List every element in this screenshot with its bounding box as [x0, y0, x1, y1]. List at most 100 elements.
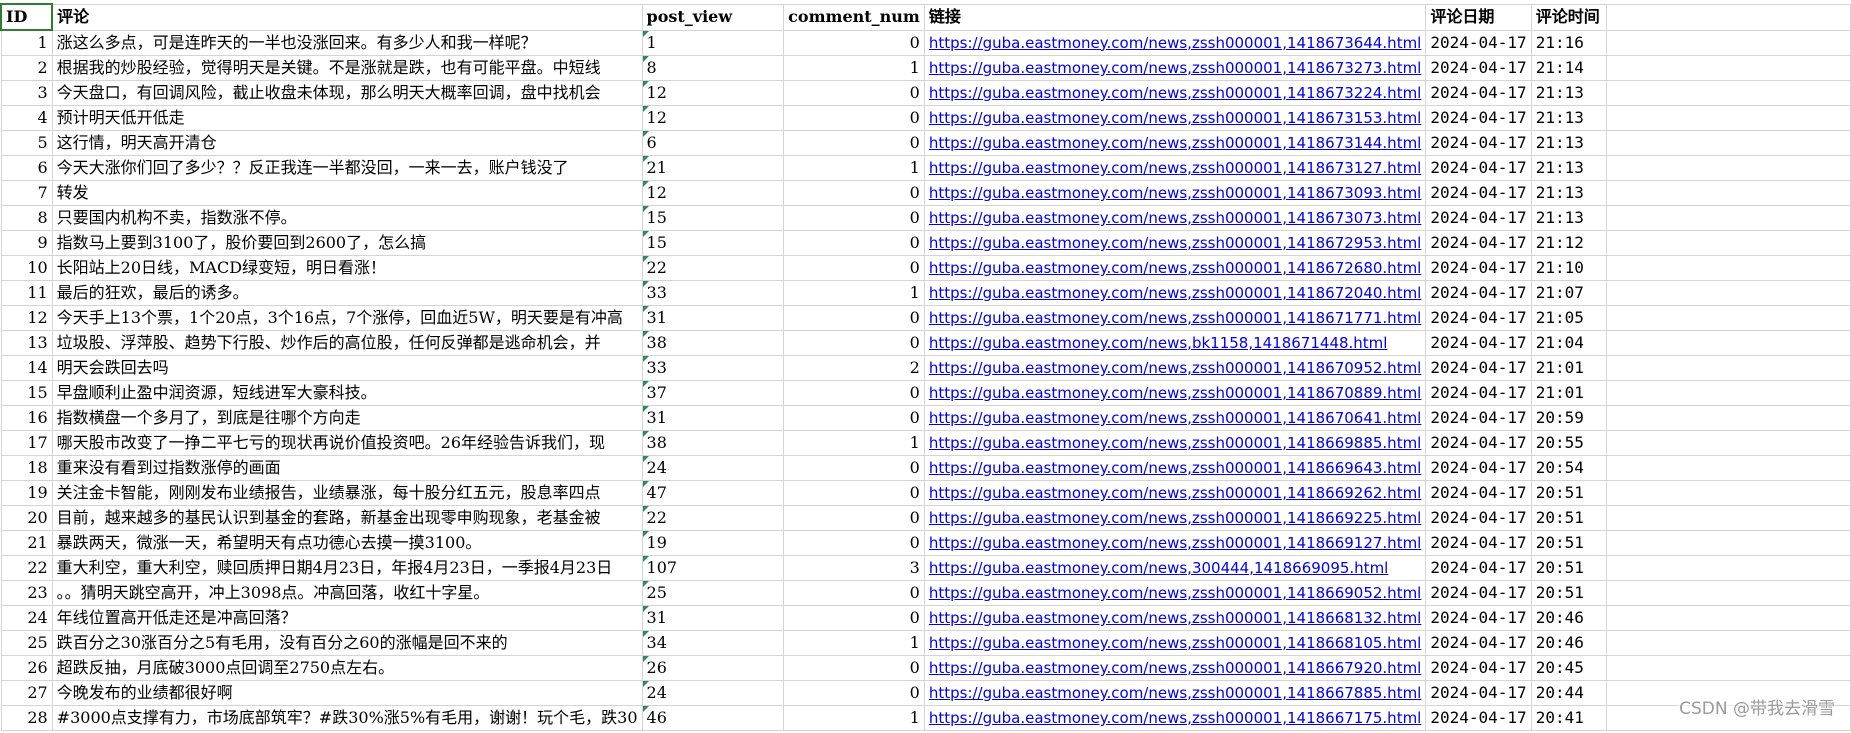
cell-time[interactable]: 21:12 [1530, 230, 1608, 256]
cell-comment[interactable]: 今晚发布的业绩都很好啊 [51, 680, 643, 706]
cell-date[interactable]: 2024-04-17 [1425, 330, 1532, 356]
cell-comment-num[interactable]: 0 [783, 605, 925, 631]
cell-comment[interactable]: 跌百分之30涨百分之5有毛用，没有百分之60的涨幅是回不来的 [51, 630, 643, 656]
cell-post-view[interactable]: 1 [641, 29, 785, 56]
cell-id[interactable]: 9 [0, 230, 53, 256]
cell-comment-num[interactable]: 0 [783, 105, 925, 131]
cell-date[interactable]: 2024-04-17 [1425, 555, 1532, 581]
cell-link[interactable]: https://guba.eastmoney.com/news,zssh0000… [923, 380, 1427, 406]
cell-comment-num[interactable]: 3 [783, 555, 925, 581]
cell-link[interactable]: https://guba.eastmoney.com/news,zssh0000… [923, 430, 1427, 456]
empty-cell[interactable] [1606, 530, 1851, 556]
cell-post-view[interactable]: 38 [641, 330, 785, 356]
link-text[interactable]: https://guba.eastmoney.com/news,zssh0000… [929, 684, 1422, 702]
cell-date[interactable]: 2024-04-17 [1425, 255, 1532, 281]
cell-id[interactable]: 28 [0, 705, 53, 731]
link-text[interactable]: https://guba.eastmoney.com/news,zssh0000… [929, 84, 1422, 102]
cell-date[interactable]: 2024-04-17 [1425, 505, 1532, 531]
cell-date[interactable]: 2024-04-17 [1425, 580, 1532, 606]
empty-cell[interactable] [1606, 80, 1851, 106]
cell-comment[interactable]: 重来没有看到过指数涨停的画面 [51, 455, 643, 481]
cell-post-view[interactable]: 12 [641, 105, 785, 131]
header-comment[interactable]: 评论 [51, 3, 643, 31]
cell-time[interactable]: 20:46 [1530, 630, 1608, 656]
cell-date[interactable]: 2024-04-17 [1425, 355, 1532, 381]
cell-comment[interactable]: 年线位置高开低走还是冲高回落？ [51, 605, 643, 631]
cell-date[interactable]: 2024-04-17 [1425, 80, 1532, 106]
cell-id[interactable]: 18 [0, 455, 53, 481]
cell-date[interactable]: 2024-04-17 [1425, 530, 1532, 556]
cell-time[interactable]: 20:51 [1530, 505, 1608, 531]
cell-id[interactable]: 17 [0, 430, 53, 456]
cell-time[interactable]: 21:13 [1530, 205, 1608, 231]
link-text[interactable]: https://guba.eastmoney.com/news,bk1158,1… [929, 334, 1388, 352]
cell-id[interactable]: 21 [0, 530, 53, 556]
cell-post-view[interactable]: 22 [641, 255, 785, 281]
empty-cell[interactable] [1606, 430, 1851, 456]
cell-post-view[interactable]: 15 [641, 205, 785, 231]
cell-time[interactable]: 21:16 [1530, 29, 1608, 56]
cell-time[interactable]: 21:04 [1530, 330, 1608, 356]
cell-comment-num[interactable]: 0 [783, 29, 925, 56]
cell-id[interactable]: 7 [0, 180, 53, 206]
cell-comment-num[interactable]: 0 [783, 480, 925, 506]
cell-post-view[interactable]: 31 [641, 405, 785, 431]
empty-cell[interactable] [1606, 29, 1851, 56]
cell-id[interactable]: 10 [0, 255, 53, 281]
cell-comment-num[interactable]: 1 [783, 155, 925, 181]
link-text[interactable]: https://guba.eastmoney.com/news,zssh0000… [929, 484, 1422, 502]
link-text[interactable]: https://guba.eastmoney.com/news,zssh0000… [929, 234, 1422, 252]
cell-time[interactable]: 21:05 [1530, 305, 1608, 331]
cell-link[interactable]: https://guba.eastmoney.com/news,zssh0000… [923, 255, 1427, 281]
cell-id[interactable]: 23 [0, 580, 53, 606]
cell-id[interactable]: 2 [0, 55, 53, 81]
cell-comment[interactable]: 超跌反抽，月底破3000点回调至2750点左右。 [51, 655, 643, 681]
cell-post-view[interactable]: 24 [641, 680, 785, 706]
cell-comment[interactable]: 最后的狂欢，最后的诱多。 [51, 280, 643, 306]
cell-comment[interactable]: 长阳站上20日线，MACD绿变短，明日看涨！ [51, 255, 643, 281]
cell-date[interactable]: 2024-04-17 [1425, 29, 1532, 56]
cell-link[interactable]: https://guba.eastmoney.com/news,zssh0000… [923, 530, 1427, 556]
cell-comment[interactable]: 明天会跌回去吗 [51, 355, 643, 381]
cell-post-view[interactable]: 21 [641, 155, 785, 181]
cell-time[interactable]: 21:01 [1530, 380, 1608, 406]
empty-cell[interactable] [1606, 105, 1851, 131]
link-text[interactable]: https://guba.eastmoney.com/news,zssh0000… [929, 209, 1422, 227]
cell-time[interactable]: 21:14 [1530, 55, 1608, 81]
link-text[interactable]: https://guba.eastmoney.com/news,zssh0000… [929, 534, 1422, 552]
cell-id[interactable]: 22 [0, 555, 53, 581]
cell-comment[interactable]: 关注金卡智能，刚刚发布业绩报告，业绩暴涨，每十股分红五元，股息率四点 [51, 480, 643, 506]
cell-date[interactable]: 2024-04-17 [1425, 455, 1532, 481]
cell-post-view[interactable]: 31 [641, 305, 785, 331]
cell-post-view[interactable]: 6 [641, 130, 785, 156]
cell-comment-num[interactable]: 0 [783, 305, 925, 331]
empty-cell[interactable] [1606, 330, 1851, 356]
cell-link[interactable]: https://guba.eastmoney.com/news,300444,1… [923, 555, 1427, 581]
cell-comment-num[interactable]: 2 [783, 355, 925, 381]
cell-post-view[interactable]: 46 [641, 705, 785, 731]
cell-comment-num[interactable]: 0 [783, 530, 925, 556]
cell-id[interactable]: 5 [0, 130, 53, 156]
cell-id[interactable]: 24 [0, 605, 53, 631]
cell-post-view[interactable]: 107 [641, 555, 785, 581]
cell-comment-num[interactable]: 0 [783, 230, 925, 256]
cell-time[interactable]: 20:54 [1530, 455, 1608, 481]
cell-id[interactable]: 25 [0, 630, 53, 656]
link-text[interactable]: https://guba.eastmoney.com/news,zssh0000… [929, 259, 1422, 277]
cell-time[interactable]: 20:51 [1530, 530, 1608, 556]
link-text[interactable]: https://guba.eastmoney.com/news,zssh0000… [929, 309, 1422, 327]
cell-link[interactable]: https://guba.eastmoney.com/news,bk1158,1… [923, 330, 1427, 356]
cell-date[interactable]: 2024-04-17 [1425, 605, 1532, 631]
cell-date[interactable]: 2024-04-17 [1425, 630, 1532, 656]
cell-time[interactable]: 21:07 [1530, 280, 1608, 306]
cell-comment[interactable]: 这行情，明天高开清仓 [51, 130, 643, 156]
link-text[interactable]: https://guba.eastmoney.com/news,zssh0000… [929, 59, 1422, 77]
cell-link[interactable]: https://guba.eastmoney.com/news,zssh0000… [923, 580, 1427, 606]
cell-date[interactable]: 2024-04-17 [1425, 180, 1532, 206]
cell-post-view[interactable]: 19 [641, 530, 785, 556]
cell-comment[interactable]: 今天手上13个票，1个20点，3个16点，7个涨停，回血近5W，明天要是有冲高 [51, 305, 643, 331]
cell-time[interactable]: 20:46 [1530, 605, 1608, 631]
cell-time[interactable]: 21:13 [1530, 105, 1608, 131]
cell-time[interactable]: 21:13 [1530, 80, 1608, 106]
cell-id[interactable]: 20 [0, 505, 53, 531]
